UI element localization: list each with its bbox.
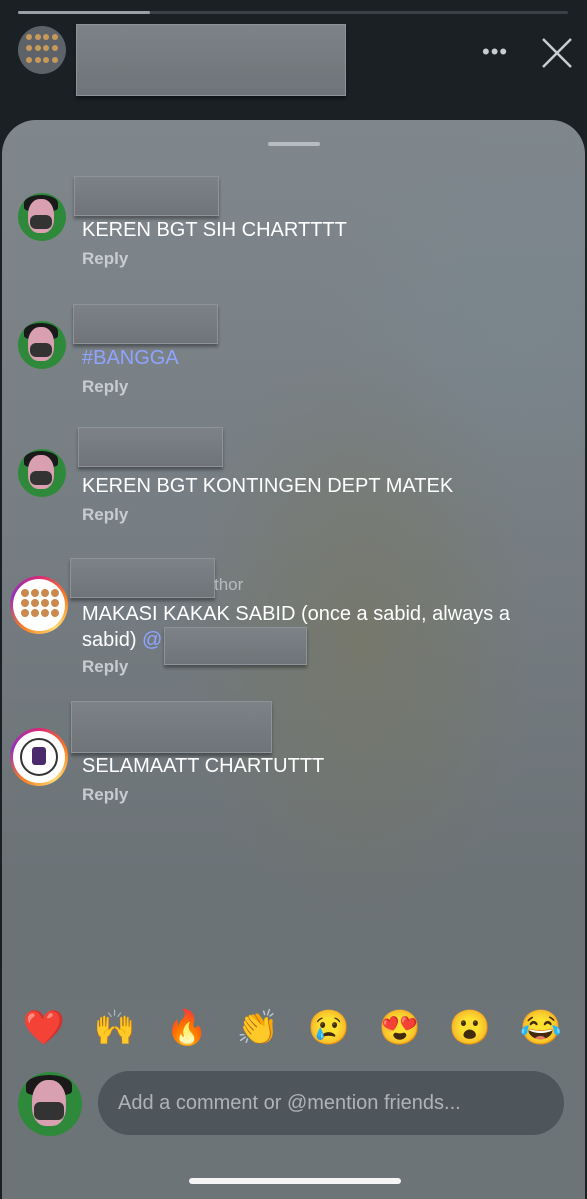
author-avatar[interactable] xyxy=(10,576,68,634)
redacted-username xyxy=(76,24,346,96)
comment-input[interactable] xyxy=(98,1071,564,1135)
hashtag-link[interactable]: #BANGGA xyxy=(82,345,179,371)
redacted-username xyxy=(73,304,218,344)
close-icon[interactable] xyxy=(538,34,576,72)
comment-text: KEREN BGT KONTINGEN DEPT MATEK xyxy=(82,475,454,497)
reply-button[interactable]: Reply xyxy=(82,248,128,270)
story-owner-avatar[interactable] xyxy=(18,26,66,74)
comment-text: MAKASI KAKAK SABID (once a sabid, always… xyxy=(82,603,510,625)
redacted-username xyxy=(71,701,272,753)
redacted-mention xyxy=(164,627,307,665)
redacted-username xyxy=(70,558,215,598)
quick-reactions-bar: ❤️ 🙌 🔥 👏 😢 😍 😮 😂 xyxy=(2,1006,585,1052)
author-tag: thor xyxy=(214,575,244,594)
redacted-username xyxy=(78,427,223,467)
sheet-drag-handle[interactable] xyxy=(268,142,320,146)
redacted-username xyxy=(74,176,219,216)
crying-reaction-icon[interactable]: 😢 xyxy=(307,1006,351,1050)
commenter-avatar[interactable] xyxy=(18,449,66,497)
reply-button[interactable]: Reply xyxy=(82,376,128,398)
story-progress-fill xyxy=(18,11,150,14)
story-progress-bar xyxy=(18,11,568,14)
heart-reaction-icon[interactable]: ❤️ xyxy=(22,1006,66,1050)
comment-text: SELAMAATT CHARTUTTT xyxy=(82,755,325,777)
comments-sheet: KEREN BGT SIH CHARTTTT Reply #BANGGA Rep… xyxy=(2,120,585,1199)
reply-button[interactable]: Reply xyxy=(82,656,128,678)
surprised-reaction-icon[interactable]: 😮 xyxy=(448,1006,492,1050)
clap-reaction-icon[interactable]: 👏 xyxy=(236,1006,280,1050)
laughing-reaction-icon[interactable]: 😂 xyxy=(519,1006,563,1050)
logo-icon xyxy=(20,738,58,776)
commenter-avatar[interactable] xyxy=(18,193,66,241)
reply-button[interactable]: Reply xyxy=(82,784,128,806)
commenter-avatar[interactable] xyxy=(18,321,66,369)
comment-text-continued: sabid) xyxy=(82,629,137,651)
fire-reaction-icon[interactable]: 🔥 xyxy=(165,1006,209,1050)
current-user-avatar xyxy=(18,1072,82,1136)
comment-text: KEREN BGT SIH CHARTTTT xyxy=(82,219,347,241)
heart-eyes-reaction-icon[interactable]: 😍 xyxy=(378,1006,422,1050)
reply-button[interactable]: Reply xyxy=(82,504,128,526)
home-indicator xyxy=(189,1178,401,1184)
comment-text-line2: sabid) @ xyxy=(82,627,162,653)
commenter-avatar[interactable] xyxy=(10,728,68,786)
mention-link[interactable]: @ xyxy=(142,629,162,651)
raised-hands-reaction-icon[interactable]: 🙌 xyxy=(93,1006,137,1050)
more-options-icon[interactable]: ••• xyxy=(482,41,512,63)
